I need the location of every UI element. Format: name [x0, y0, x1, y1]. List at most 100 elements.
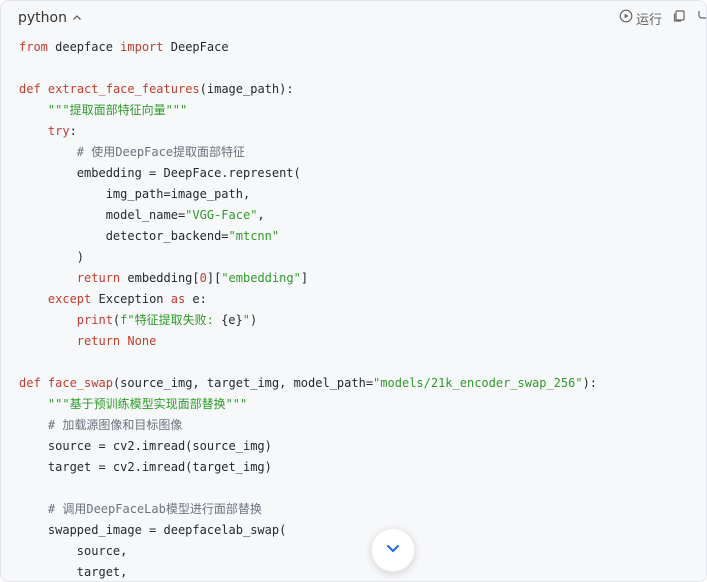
- code-token: try: [47, 124, 70, 138]
- code-token: ): [19, 250, 85, 264]
- play-circle-icon: [619, 9, 633, 27]
- code-token: ): [249, 313, 258, 327]
- code-token: ][: [206, 271, 222, 285]
- code-token: e:: [185, 292, 207, 306]
- code-token: import: [120, 40, 164, 54]
- code-line: source = cv2.imread(source_img): [19, 436, 698, 457]
- code-token: None: [127, 334, 157, 348]
- code-token: except: [47, 292, 92, 306]
- code-token: Exception: [91, 292, 171, 306]
- code-token: 0: [199, 271, 207, 285]
- code-token: model_name=: [19, 208, 186, 222]
- code-token: target,: [19, 565, 128, 579]
- code-token: def: [19, 82, 41, 96]
- code-token: # 调用DeepFaceLab模型进行面部替换: [47, 502, 262, 516]
- code-token: return: [76, 271, 121, 285]
- code-token: "embedding": [221, 271, 301, 285]
- code-token: ,: [257, 208, 265, 222]
- code-token: ):: [582, 376, 598, 390]
- code-line: detector_backend="mtcnn": [19, 226, 698, 247]
- code-block-actions: 运行: [619, 1, 706, 35]
- code-token: def: [19, 376, 41, 390]
- code-token: source = cv2.imread(source_img): [19, 439, 272, 453]
- code-token: swapped_image = deepfacelab_swap(: [19, 523, 287, 537]
- code-token: extract_face_features: [47, 82, 200, 96]
- code-line: print(f"特征提取失败: {e}"): [19, 310, 698, 331]
- copy-button[interactable]: [672, 9, 686, 27]
- code-token: deepface: [47, 40, 121, 54]
- code-token: "models/21k_encoder_swap_256": [373, 376, 583, 390]
- chevron-down-icon: [384, 539, 402, 561]
- code-token: """基于预训练模型实现面部替换""": [47, 397, 248, 411]
- code-line: def extract_face_features(image_path):: [19, 79, 698, 100]
- code-token: print: [76, 313, 113, 327]
- code-line: swapped_image = deepfacelab_swap(: [19, 520, 698, 541]
- scroll-down-button[interactable]: [371, 528, 415, 572]
- code-content[interactable]: from deepface import DeepFace def extrac…: [19, 37, 698, 581]
- code-line: return embedding[0]["embedding"]: [19, 268, 698, 289]
- code-block: python 运行 from deepface import DeepFace …: [0, 0, 707, 582]
- code-line: def face_swap(source_img, target_img, mo…: [19, 373, 698, 394]
- copy-icon: [672, 9, 686, 27]
- chevron-up-icon: [71, 12, 83, 24]
- language-toggle[interactable]: python: [18, 10, 83, 26]
- code-token: ": [242, 313, 250, 327]
- code-line: img_path=image_path,: [19, 184, 698, 205]
- code-token: detector_backend=: [19, 229, 229, 243]
- code-token: embedding[: [120, 271, 200, 285]
- code-line: from deepface import DeepFace: [19, 37, 698, 58]
- run-button[interactable]: 运行: [619, 9, 662, 28]
- wrap-button[interactable]: [696, 9, 706, 27]
- code-token: """提取面部特征向量""": [47, 103, 188, 117]
- code-line: model_name="VGG-Face",: [19, 205, 698, 226]
- language-label: python: [18, 10, 67, 26]
- run-label: 运行: [635, 12, 662, 28]
- code-token: face_swap: [47, 376, 113, 390]
- code-token: from: [19, 40, 48, 54]
- code-line: # 使用DeepFace提取面部特征: [19, 142, 698, 163]
- code-token: :: [69, 124, 77, 138]
- code-line: """提取面部特征向量""": [19, 100, 698, 121]
- code-line: except Exception as e:: [19, 289, 698, 310]
- code-token: return: [76, 334, 121, 348]
- code-line: # 加载源图像和目标图像: [19, 415, 698, 436]
- code-token: DeepFace: [163, 40, 229, 54]
- code-token: source,: [19, 544, 128, 558]
- code-block-header: python 运行: [1, 1, 706, 35]
- code-token: ]: [300, 271, 309, 285]
- code-token: as: [170, 292, 186, 306]
- code-token: f"特征提取失败:: [120, 313, 222, 327]
- code-token: (source_img, target_img, model_path=: [112, 376, 374, 390]
- code-token: target = cv2.imread(target_img): [19, 460, 272, 474]
- code-line: target = cv2.imread(target_img): [19, 457, 698, 478]
- code-token: (image_path):: [199, 82, 294, 96]
- code-line: ): [19, 247, 698, 268]
- code-token: # 加载源图像和目标图像: [47, 418, 183, 432]
- code-token: "mtcnn": [228, 229, 280, 243]
- code-token: embedding = DeepFace.represent(: [19, 166, 301, 180]
- code-line: return None: [19, 331, 698, 352]
- code-token: "VGG-Face": [185, 208, 258, 222]
- code-line: try:: [19, 121, 698, 142]
- code-token: img_path=image_path,: [19, 187, 251, 201]
- code-line: target,: [19, 562, 698, 581]
- code-token: # 使用DeepFace提取面部特征: [76, 145, 246, 159]
- code-line: source,: [19, 541, 698, 562]
- code-token: {e}: [221, 313, 243, 327]
- wrap-icon: [696, 9, 706, 27]
